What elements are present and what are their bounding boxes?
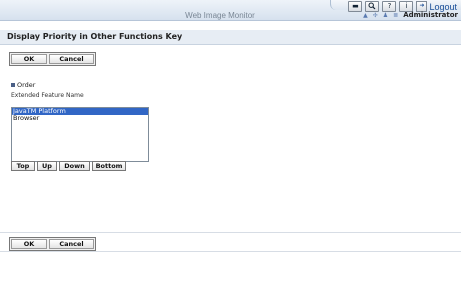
bottom-divider [0, 232, 461, 233]
extended-feature-listbox[interactable]: JavaTM Platform Browser [11, 107, 149, 162]
order-label: Order [17, 81, 36, 89]
move-bottom-button[interactable]: Bottom [92, 161, 126, 171]
logout-label: Logout [429, 1, 457, 12]
page-title: Display Priority in Other Functions Key [7, 32, 183, 41]
user-name: Administrator [403, 11, 458, 19]
move-down-button[interactable]: Down [59, 161, 90, 171]
bottom-button-group: OK Cancel [9, 237, 96, 251]
user-row: ▲ ✢ ♟ ≣ Administrator [363, 11, 458, 19]
cancel-button[interactable]: Cancel [49, 54, 94, 64]
top-button-group: OK Cancel [9, 52, 96, 66]
order-buttons: Top Up Down Bottom [11, 161, 126, 171]
bullet-icon [11, 83, 15, 87]
monitor-icon[interactable]: ▬ [348, 1, 363, 12]
top-bar: Web Image Monitor ▬ ? i ➜ Logout ▲ ✢ ♟ ≣… [0, 0, 461, 21]
extended-feature-name-label: Extended Feature Name [11, 92, 84, 99]
footer-divider [0, 251, 461, 252]
order-section-label: Order [11, 81, 35, 89]
list-icon: ≣ [393, 11, 399, 19]
ok-button[interactable]: OK [11, 54, 47, 64]
list-item[interactable]: Browser [12, 115, 148, 122]
page-title-bar: Display Priority in Other Functions Key [0, 30, 461, 45]
user-icon: ▲ [363, 11, 368, 19]
network-icon: ✢ [372, 11, 378, 19]
cancel-button[interactable]: Cancel [49, 239, 94, 249]
move-top-button[interactable]: Top [11, 161, 35, 171]
person-icon: ♟ [382, 11, 389, 19]
ok-button[interactable]: OK [11, 239, 47, 249]
move-up-button[interactable]: Up [37, 161, 57, 171]
app-title: Web Image Monitor [185, 11, 255, 20]
